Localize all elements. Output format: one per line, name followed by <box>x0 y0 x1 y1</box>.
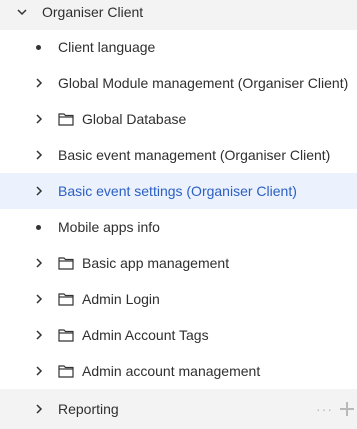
tree-item-basic-event-settings[interactable]: Basic event settings (Organiser Client) <box>0 173 357 209</box>
tree-root-label: Organiser Client <box>42 4 144 20</box>
chevron-right-icon[interactable] <box>33 185 45 197</box>
tree-root-organiser-client[interactable]: Organiser Client <box>0 0 357 30</box>
tree-item-label: Reporting <box>58 401 119 417</box>
tree-item-admin-account-tags[interactable]: Admin Account Tags <box>0 317 357 353</box>
folder-icon <box>58 113 74 126</box>
bullet-icon <box>36 224 41 230</box>
chevron-right-icon[interactable] <box>33 365 45 377</box>
chevron-right-icon[interactable] <box>33 77 45 89</box>
tree-item-label: Admin Account Tags <box>82 327 209 343</box>
chevron-right-icon[interactable] <box>33 113 45 125</box>
tree-item-label: Basic event settings (Organiser Client) <box>58 183 297 199</box>
tree-item-label: Mobile apps info <box>58 219 160 235</box>
folder-icon <box>58 293 74 306</box>
tree-item-label: Admin Login <box>82 291 160 307</box>
tree-item-global-module-management[interactable]: Global Module management (Organiser Clie… <box>0 65 357 101</box>
tree-item-label: Global Database <box>82 111 187 127</box>
chevron-right-icon[interactable] <box>33 293 45 305</box>
tree-item-basic-app-management[interactable]: Basic app management <box>0 245 357 281</box>
chevron-right-icon[interactable] <box>33 149 45 161</box>
tree-item-label: Admin account management <box>82 363 261 379</box>
chevron-down-icon[interactable] <box>16 6 28 18</box>
more-options-icon[interactable]: ··· <box>316 401 333 417</box>
tree-item-label: Client language <box>58 39 156 55</box>
tree-item-basic-event-management[interactable]: Basic event management (Organiser Client… <box>0 137 357 173</box>
tree-item-client-language[interactable]: Client language <box>0 29 357 65</box>
add-icon[interactable] <box>339 401 355 417</box>
tree-item-mobile-apps-info[interactable]: Mobile apps info <box>0 209 357 245</box>
chevron-right-icon[interactable] <box>33 257 45 269</box>
tree-item-global-database[interactable]: Global Database <box>0 101 357 137</box>
tree-item-label: Basic event management (Organiser Client… <box>58 147 331 163</box>
tree-item-admin-account-management[interactable]: Admin account management <box>0 353 357 389</box>
folder-icon <box>58 365 74 378</box>
chevron-right-icon[interactable] <box>33 329 45 341</box>
tree-item-reporting[interactable]: Reporting ··· <box>0 389 357 429</box>
folder-icon <box>58 329 74 342</box>
tree-item-label: Global Module management (Organiser Clie… <box>58 75 349 91</box>
tree-item-admin-login[interactable]: Admin Login <box>0 281 357 317</box>
bullet-icon <box>36 44 41 50</box>
folder-icon <box>58 257 74 270</box>
tree-item-label: Basic app management <box>82 255 230 271</box>
chevron-right-icon[interactable] <box>33 403 45 415</box>
